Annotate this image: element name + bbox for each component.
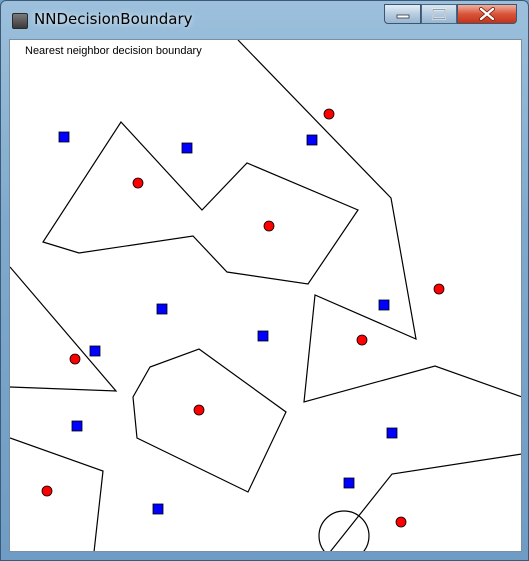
boundary-line — [132, 348, 287, 493]
boundary-line — [237, 40, 521, 403]
maximize-icon — [432, 8, 446, 20]
boundary-lines — [10, 40, 521, 551]
class-b-point — [71, 420, 83, 432]
canvas-area[interactable]: Nearest neighbor decision boundary — [9, 39, 522, 552]
window-title: NNDecisionBoundary — [34, 10, 193, 28]
class-a-point — [193, 404, 205, 416]
minimize-button[interactable] — [384, 4, 421, 24]
class-b-point — [378, 299, 390, 311]
class-a-point — [41, 485, 53, 497]
class-b-point — [306, 134, 318, 146]
points — [41, 108, 445, 528]
class-a-point — [263, 220, 275, 232]
class-b-point — [156, 303, 168, 315]
cursor-circle — [318, 510, 370, 551]
decision-boundary-plot[interactable] — [10, 40, 522, 552]
app-window: NNDecisionBoundary Nearest neighbor deci… — [0, 0, 529, 561]
class-b-point — [181, 142, 193, 154]
app-icon — [12, 13, 28, 29]
close-icon — [479, 7, 495, 21]
class-a-point — [433, 283, 445, 295]
class-b-point — [257, 330, 269, 342]
close-button[interactable] — [457, 4, 517, 24]
boundary-line — [42, 121, 359, 285]
minimize-icon — [396, 14, 409, 19]
boundary-line — [10, 266, 118, 392]
class-b-point — [152, 503, 164, 515]
maximize-button[interactable] — [421, 4, 457, 24]
class-a-point — [395, 516, 407, 528]
class-a-point — [323, 108, 335, 120]
title-bar[interactable]: NNDecisionBoundary — [1, 1, 528, 37]
class-b-point — [343, 477, 355, 489]
class-b-point — [58, 131, 70, 143]
class-a-point — [69, 353, 81, 365]
boundary-line — [330, 453, 521, 551]
class-b-point — [386, 427, 398, 439]
boundary-line — [10, 437, 104, 551]
class-b-point — [89, 345, 101, 357]
class-a-point — [356, 334, 368, 346]
class-a-point — [132, 177, 144, 189]
